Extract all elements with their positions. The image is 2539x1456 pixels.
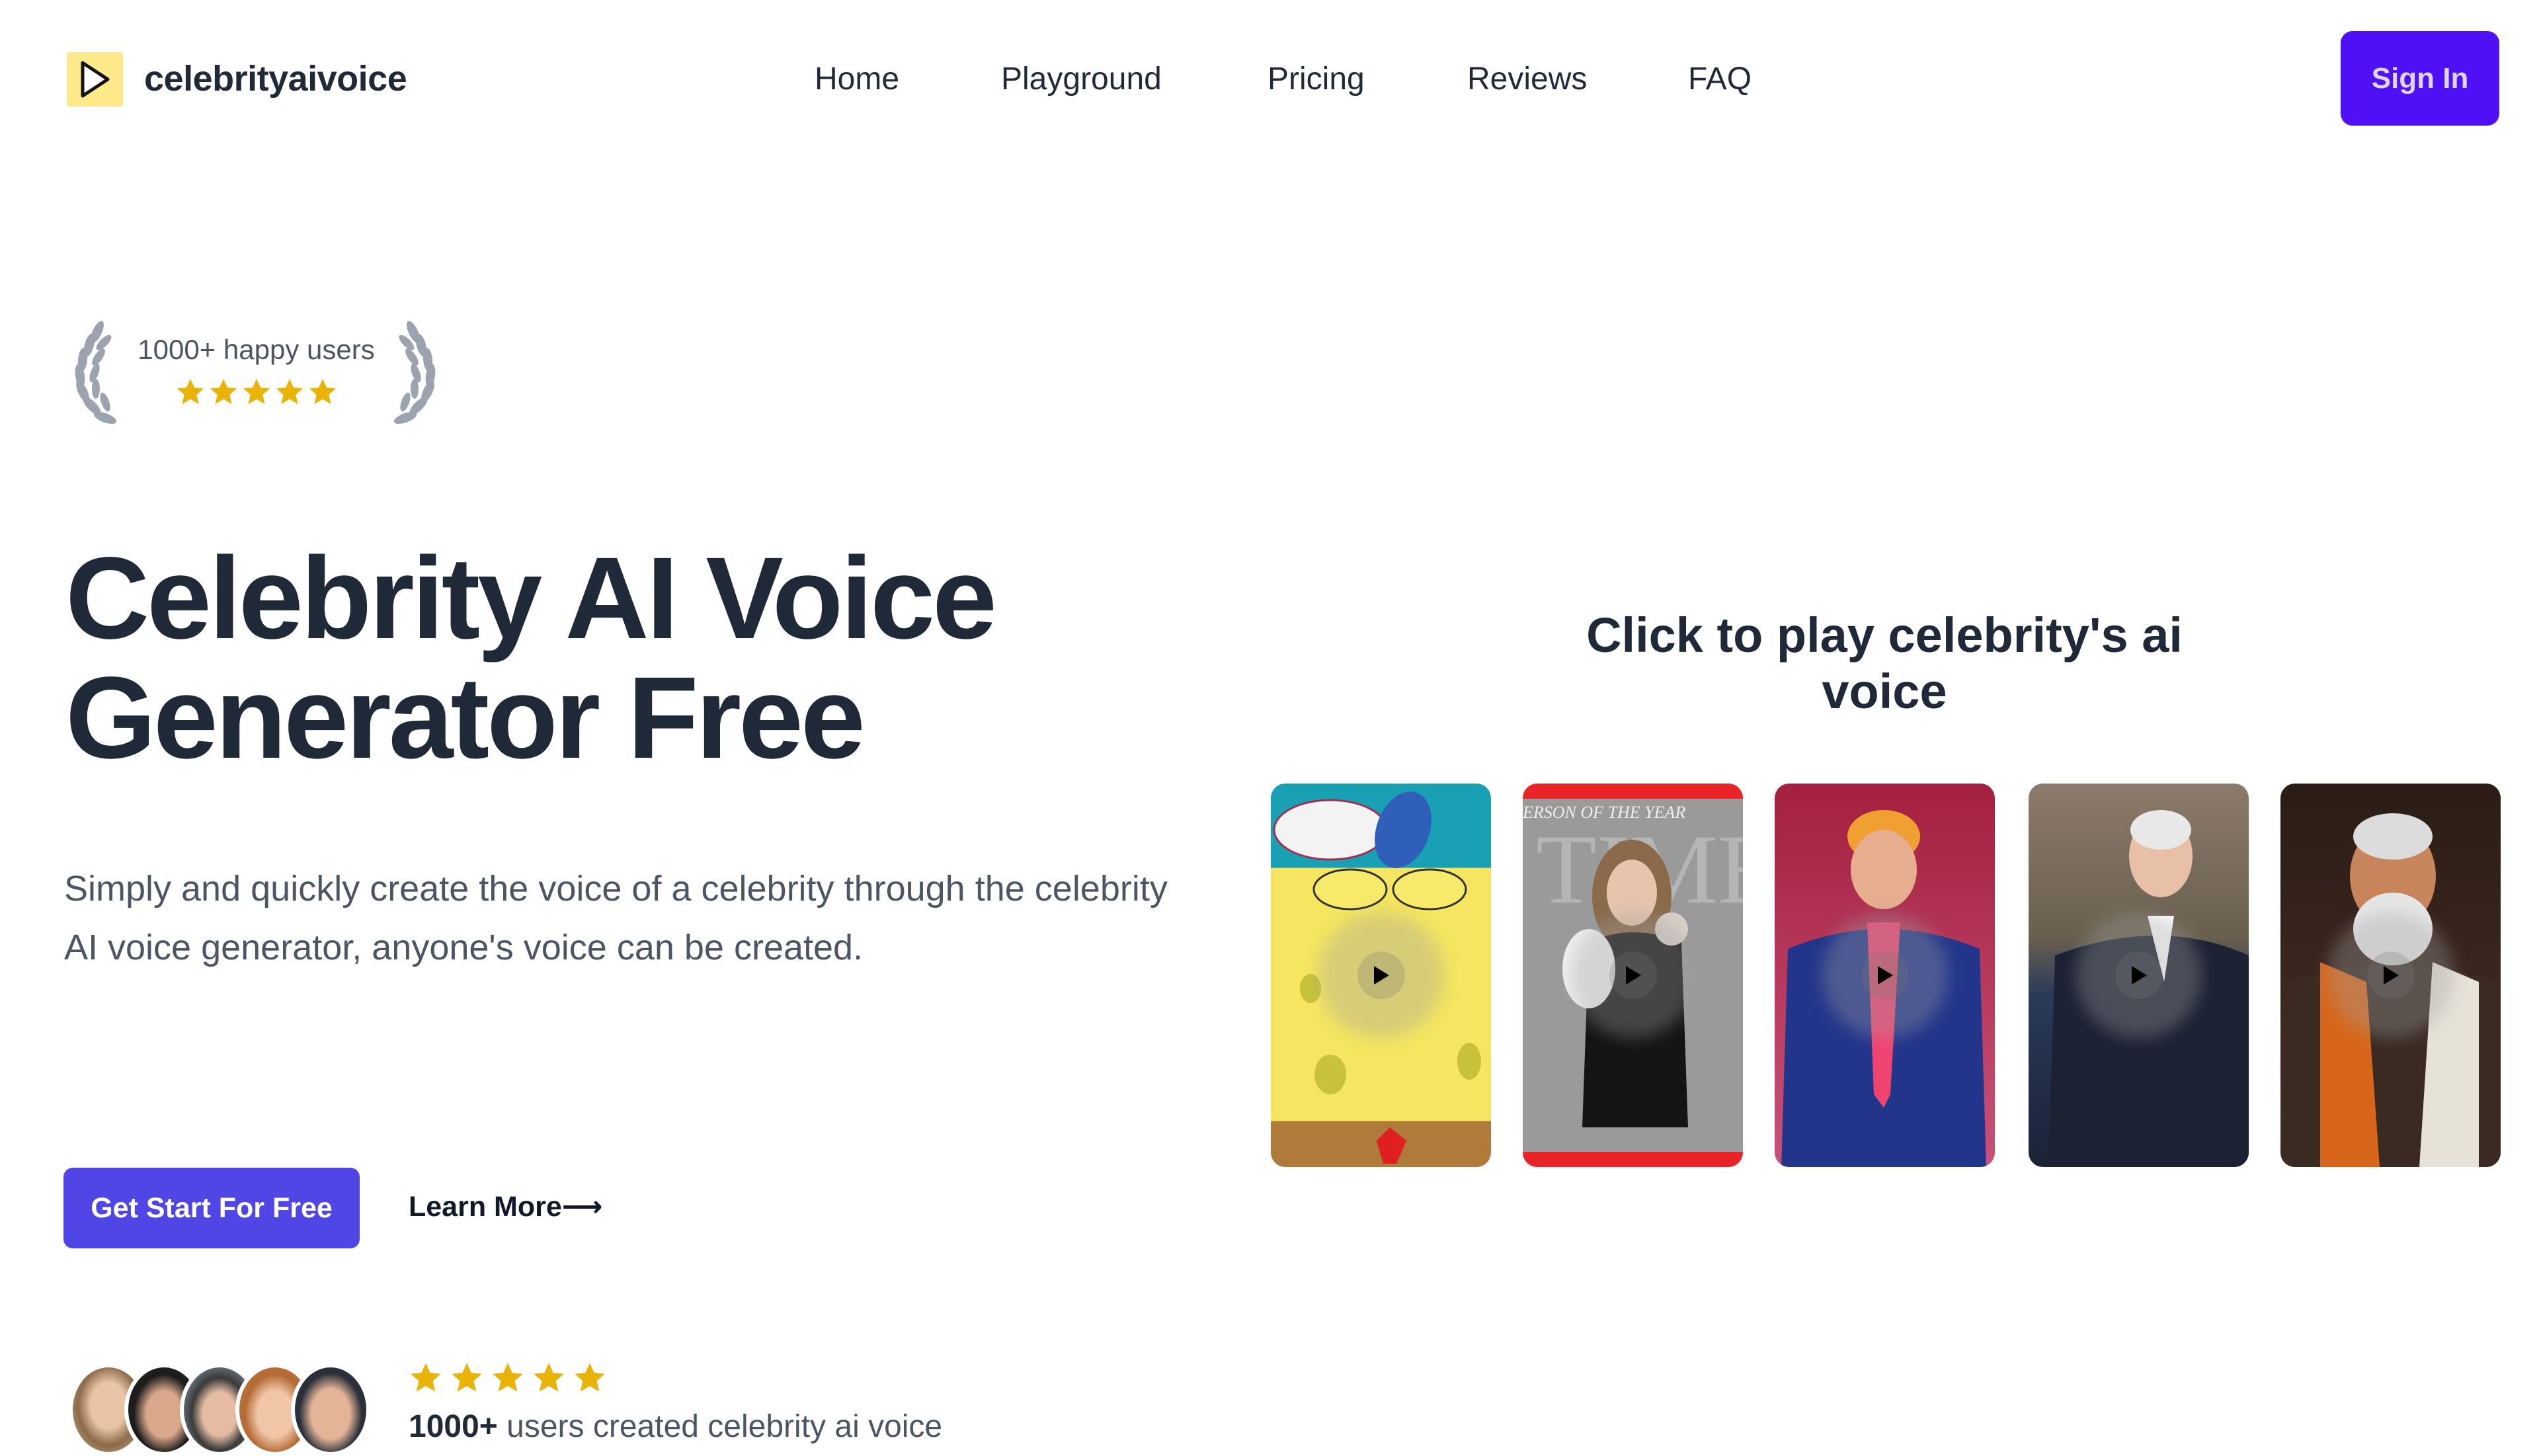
learn-more-link[interactable]: Learn More⟶ — [409, 1190, 602, 1223]
social-proof-rating — [409, 1361, 607, 1395]
play-icon — [2383, 966, 2399, 985]
voice-card-narendra-modi[interactable] — [2280, 784, 2501, 1167]
play-button[interactable] — [1357, 951, 1405, 999]
brand-name[interactable]: celebrityaivoice — [144, 58, 407, 99]
play-icon — [81, 61, 109, 98]
nav-home[interactable]: Home — [815, 61, 899, 97]
voice-card-joe-biden[interactable] — [2029, 784, 2249, 1167]
users-created-label: users created celebrity ai voice — [506, 1409, 943, 1444]
badge-rating — [126, 377, 387, 407]
sign-in-button[interactable]: Sign In — [2341, 31, 2499, 126]
play-button[interactable] — [2366, 951, 2415, 999]
star-icon — [452, 1363, 482, 1392]
play-icon — [1877, 966, 1893, 985]
get-started-button[interactable]: Get Start For Free — [63, 1168, 360, 1248]
star-icon — [411, 1363, 441, 1392]
play-icon — [1625, 966, 1641, 985]
laurel-right-branch — [393, 321, 436, 425]
laurel-left-branch — [75, 321, 117, 425]
star-icon — [276, 378, 303, 405]
star-icon — [210, 378, 237, 405]
voice-card-taylor-swift[interactable]: ERSON OF THE YEAR TIME — [1523, 784, 1743, 1167]
hero-subtitle: Simply and quickly create the voice of a… — [64, 869, 1168, 967]
play-button[interactable] — [2115, 951, 2163, 999]
nav-playground[interactable]: Playground — [1001, 61, 1162, 97]
nav-faq[interactable]: FAQ — [1688, 61, 1752, 97]
nav-reviews[interactable]: Reviews — [1467, 61, 1587, 97]
hero-title-line-2: Generator Free — [65, 653, 866, 783]
users-count: 1000+ — [409, 1409, 498, 1444]
social-proof-text: 1000+ users created celebrity ai voice — [409, 1408, 942, 1445]
star-icon — [243, 378, 270, 405]
star-icon — [534, 1363, 564, 1392]
star-icon — [575, 1363, 605, 1392]
star-icon — [177, 378, 204, 405]
star-icon — [309, 378, 336, 405]
voice-card-spongebob[interactable] — [1271, 784, 1491, 1167]
nav-pricing[interactable]: Pricing — [1268, 61, 1365, 97]
hero-title: Celebrity AI Voice Generator Free — [65, 539, 997, 778]
play-icon — [2131, 966, 2147, 985]
happy-users-label: 1000+ happy users — [138, 334, 375, 365]
avatar — [291, 1363, 370, 1456]
hero-title-line-1: Celebrity AI Voice — [65, 534, 997, 663]
play-icon — [1373, 966, 1389, 985]
logo-icon[interactable] — [67, 52, 123, 106]
voice-card-donald-trump[interactable] — [1775, 784, 1995, 1167]
play-button[interactable] — [1609, 951, 1657, 999]
voices-heading: Click to play celebrity's ai voice — [1586, 608, 2183, 719]
play-button[interactable] — [1861, 951, 1909, 999]
star-icon — [493, 1363, 523, 1392]
